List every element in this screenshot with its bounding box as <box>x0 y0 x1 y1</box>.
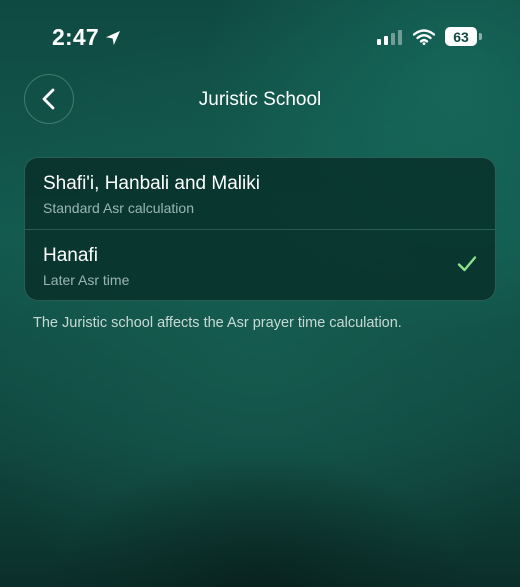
status-time-group: 2:47 <box>52 24 121 51</box>
status-indicators: 63 <box>377 27 482 46</box>
option-hanafi[interactable]: Hanafi Later Asr time <box>25 230 495 300</box>
battery-level: 63 <box>445 27 477 46</box>
option-subtitle: Later Asr time <box>43 272 130 288</box>
footnote: The Juristic school affects the Asr pray… <box>33 315 402 331</box>
page-title: Juristic School <box>198 89 322 110</box>
checkmark-icon <box>457 256 477 272</box>
status-bar: 2:47 63 <box>0 0 520 78</box>
battery-cap <box>479 33 482 40</box>
option-shafii-hanbali-maliki[interactable]: Shafi'i, Hanbali and Maliki Standard Asr… <box>25 158 495 229</box>
option-subtitle: Standard Asr calculation <box>43 200 194 216</box>
battery-icon: 63 <box>445 27 482 46</box>
option-title: Hanafi <box>43 245 98 266</box>
location-arrow-icon <box>105 30 120 45</box>
wifi-icon <box>413 28 435 45</box>
option-title: Shafi'i, Hanbali and Maliki <box>43 173 260 194</box>
cellular-signal-icon <box>377 29 402 45</box>
options-card: Shafi'i, Hanbali and Maliki Standard Asr… <box>24 157 496 301</box>
status-time: 2:47 <box>52 24 99 50</box>
